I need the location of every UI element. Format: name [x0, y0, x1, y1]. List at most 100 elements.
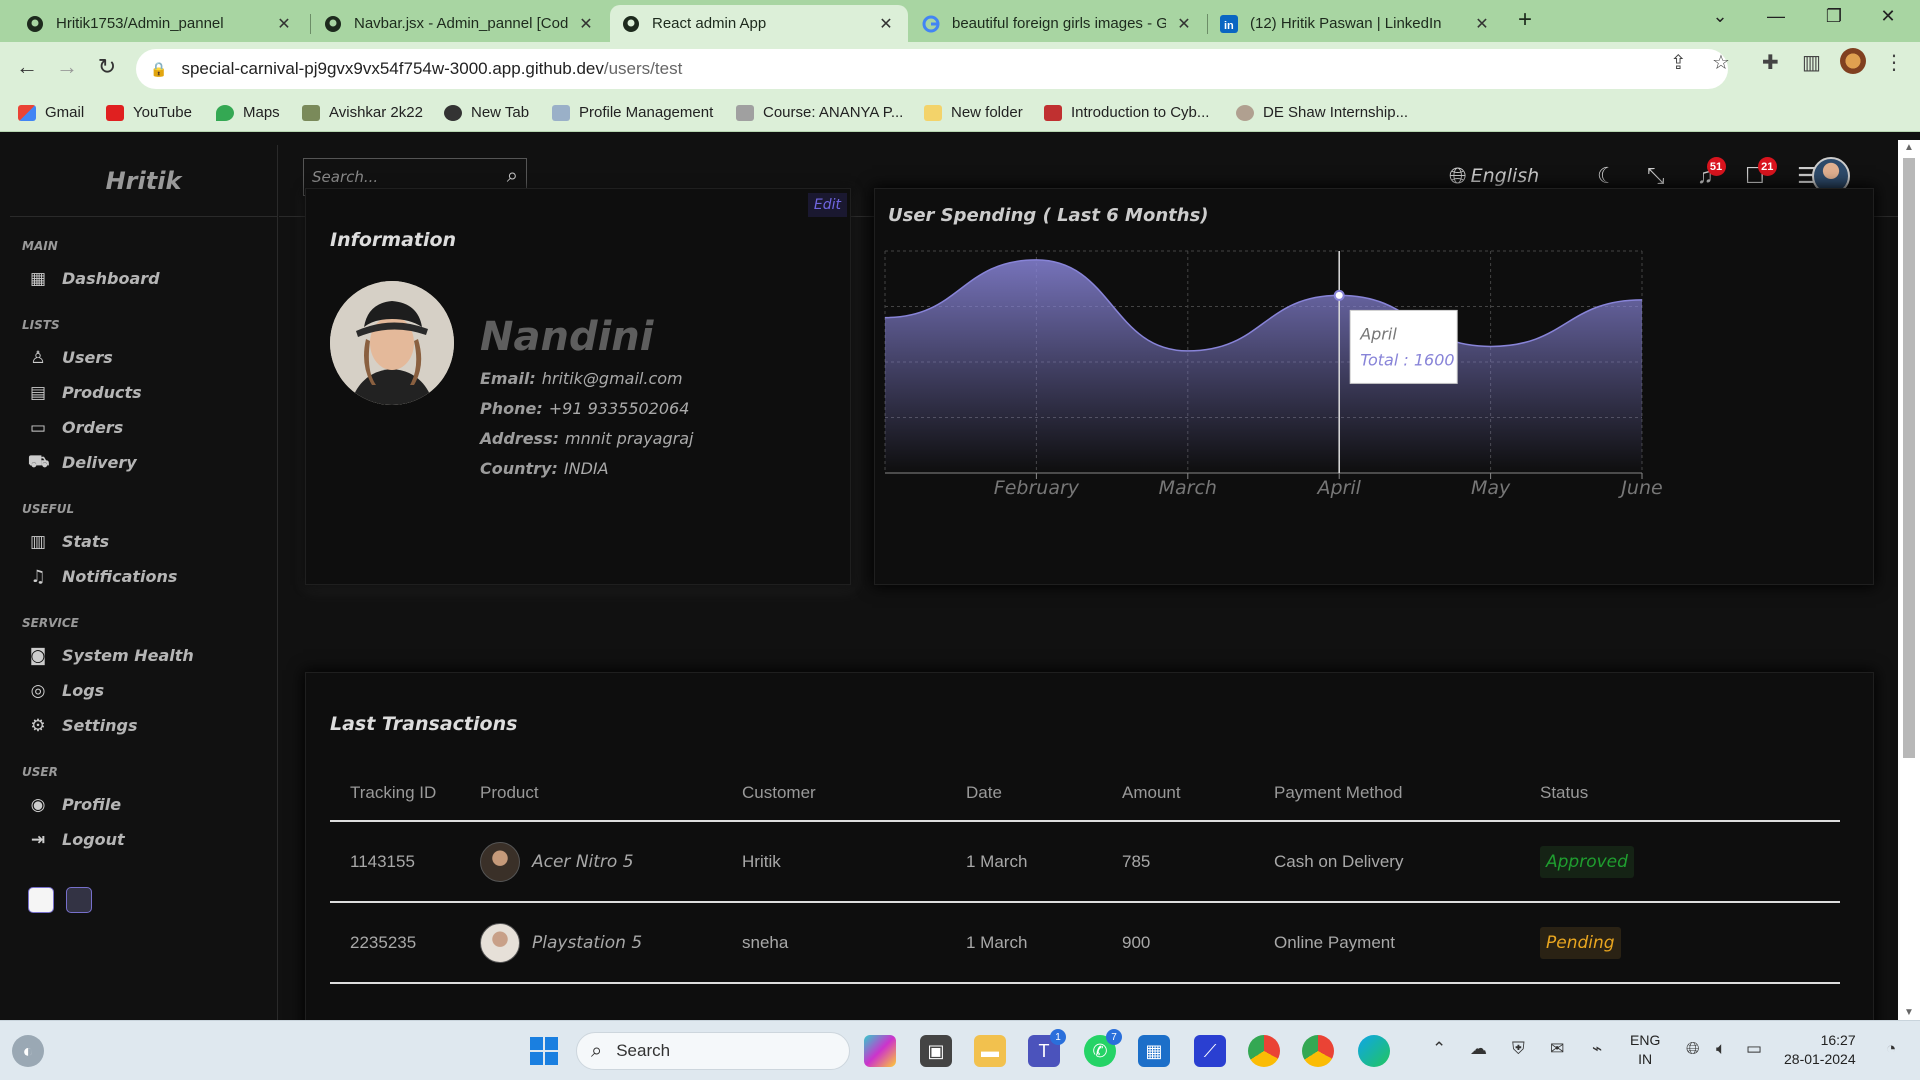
tab-google-search[interactable]: beautiful foreign girls images - G ✕ [910, 5, 1206, 42]
sidebar-item-system-health[interactable]: ◙ System Health [10, 638, 277, 673]
back-icon[interactable]: ← [12, 54, 42, 80]
search-icon[interactable]: ⌕ [507, 165, 518, 188]
extensions-icon[interactable]: ✚ [1762, 50, 1779, 75]
reload-icon[interactable]: ↻ [92, 54, 122, 80]
mail-icon[interactable]: ✉ [1550, 1039, 1564, 1059]
chat-icon[interactable]: ☐ 21 [1745, 157, 1777, 189]
bookmark-gmail[interactable]: Gmail [18, 104, 84, 121]
sidebar-item-profile[interactable]: ◉ Profile [10, 787, 277, 822]
copilot-icon[interactable] [864, 1035, 896, 1067]
language-indicator[interactable]: ENG IN [1630, 1031, 1660, 1069]
share-icon[interactable]: ⇪ [1670, 50, 1687, 75]
fullscreen-exit-icon[interactable]: ⤡ [1647, 163, 1665, 189]
sidebar-item-label: Notifications [62, 567, 178, 586]
notification-center-icon[interactable]: ◔ [1886, 1039, 1896, 1059]
sidebar-item-settings[interactable]: ⚙ Settings [10, 708, 277, 743]
column-header[interactable]: Date [966, 765, 1122, 822]
column-header[interactable]: Customer [742, 765, 966, 822]
column-header[interactable]: Payment Method [1274, 765, 1540, 822]
chrome-profile-icon[interactable] [1302, 1035, 1334, 1067]
taskbar-search[interactable]: ⌕ Search [576, 1032, 850, 1070]
search-input[interactable] [312, 168, 482, 186]
page-scrollbar[interactable]: ▲ ▼ [1898, 140, 1920, 1020]
language-selector[interactable]: 🌐︎ English [1449, 163, 1539, 189]
scroll-down-icon[interactable]: ▼ [1904, 1007, 1914, 1018]
menu-kebab-icon[interactable]: ⋮ [1884, 50, 1904, 75]
network-icon[interactable]: 🌐︎ [1686, 1039, 1700, 1059]
tray-overflow-icon[interactable]: ⌃ [1432, 1039, 1446, 1059]
bookmark-de-shaw[interactable]: DE Shaw Internship... [1236, 104, 1408, 121]
sidebar-item-products[interactable]: ▤ Products [10, 375, 277, 410]
tab-search-icon[interactable]: ⌄ [1700, 6, 1740, 27]
minimize-icon[interactable]: — [1756, 6, 1796, 27]
edge-icon[interactable] [1358, 1035, 1390, 1067]
sidebar-item-stats[interactable]: ▥ Stats [10, 524, 277, 559]
bookmark-course[interactable]: Course: ANANYA P... [736, 104, 903, 121]
new-tab-button[interactable]: + [1518, 6, 1532, 34]
battery-icon[interactable]: ▭ [1746, 1039, 1762, 1059]
close-tab-icon[interactable]: ✕ [576, 14, 596, 34]
dark-mode-icon[interactable]: ☾ [1597, 163, 1617, 189]
sidebar-item-notifications[interactable]: ♫ Notifications [10, 559, 277, 594]
sidebar-item-users[interactable]: ♙ Users [10, 340, 277, 375]
bookmark-maps[interactable]: Maps [216, 104, 280, 121]
edit-button[interactable]: Edit [807, 193, 847, 217]
close-tab-icon[interactable]: ✕ [1174, 14, 1194, 34]
payment-method: Cash on Delivery [1274, 821, 1540, 903]
windows-start-icon[interactable] [528, 1035, 560, 1067]
close-tab-icon[interactable]: ✕ [876, 14, 896, 34]
column-header[interactable]: Amount [1122, 765, 1274, 822]
bookmark-avishkar[interactable]: Avishkar 2k22 [302, 104, 423, 121]
onedrive-icon[interactable]: ☁ [1470, 1039, 1487, 1059]
sidebar-logo[interactable]: Hritik [10, 145, 277, 217]
bookmark-star-icon[interactable]: ☆ [1712, 50, 1730, 75]
forward-icon[interactable]: → [52, 54, 82, 80]
security-icon[interactable]: ⛨ [1512, 1039, 1525, 1059]
system-clock[interactable]: 16:27 28-01-2024 [1784, 1031, 1856, 1069]
scrollbar-thumb[interactable] [1903, 158, 1915, 758]
light-theme-swatch[interactable] [28, 887, 54, 913]
code-editor-icon[interactable]: ⟋ [1194, 1035, 1226, 1067]
restore-icon[interactable]: ❐ [1814, 6, 1854, 27]
usb-icon[interactable]: ⌁ [1592, 1039, 1602, 1059]
sidebar-item-logout[interactable]: ⇥ Logout [10, 822, 277, 857]
widgets-icon[interactable]: ◐ [12, 1035, 44, 1067]
tab-github-repo[interactable]: Hritik1753/Admin_pannel ✕ [14, 5, 306, 42]
scroll-up-icon[interactable]: ▲ [1904, 142, 1914, 153]
whatsapp-icon[interactable]: ✆ 7 [1084, 1029, 1122, 1067]
file-explorer-icon[interactable]: ▬ [974, 1035, 1006, 1067]
close-tab-icon[interactable]: ✕ [1472, 14, 1492, 34]
close-tab-icon[interactable]: ✕ [274, 14, 294, 34]
column-header[interactable]: Product [480, 765, 742, 822]
bookmark-youtube[interactable]: YouTube [106, 104, 192, 121]
tab-react-admin[interactable]: React admin App ✕ [610, 5, 908, 42]
side-panel-icon[interactable]: ▥ [1802, 50, 1821, 75]
bookmark-new-folder[interactable]: New folder [924, 104, 1023, 121]
sidebar-item-logs[interactable]: ◎ Logs [10, 673, 277, 708]
sidebar-item-orders[interactable]: ▭ Orders [10, 410, 277, 445]
task-view-icon[interactable]: ▣ [920, 1035, 952, 1067]
bookmark-new-tab[interactable]: New Tab [444, 104, 529, 121]
sidebar-item-delivery[interactable]: ⛟ Delivery [10, 445, 277, 480]
close-window-icon[interactable]: ✕ [1868, 6, 1908, 27]
profile-management-icon [552, 104, 570, 121]
column-header[interactable]: Tracking ID [330, 765, 480, 822]
microsoft-store-icon[interactable]: ▦ [1138, 1035, 1170, 1067]
bookmark-profile-management[interactable]: Profile Management [552, 104, 713, 121]
sidebar-item-dashboard[interactable]: ▦ Dashboard [10, 261, 277, 296]
bookmark-intro-cyber[interactable]: Introduction to Cyb... [1044, 104, 1209, 121]
profile-avatar-icon[interactable] [1840, 48, 1866, 80]
volume-icon[interactable]: 🔈︎ [1716, 1039, 1726, 1059]
tab-navbar-jsx[interactable]: Navbar.jsx - Admin_pannel [Cod ✕ [312, 5, 608, 42]
tab-linkedin[interactable]: in (12) Hritik Paswan | LinkedIn ✕ [1208, 5, 1504, 42]
chrome-icon[interactable] [1248, 1035, 1280, 1067]
sidebar-item-label: Dashboard [62, 269, 160, 288]
teams-icon[interactable]: T1 [1028, 1029, 1066, 1067]
column-header[interactable]: Status [1540, 765, 1840, 822]
table-row[interactable]: 2235235 Playstation 5 sneha 1 March 900 … [330, 902, 1840, 984]
dark-theme-swatch[interactable] [66, 887, 92, 913]
table-row[interactable]: 1143155 Acer Nitro 5 Hritik 1 March 785 … [330, 821, 1840, 903]
spending-chart[interactable]: February March April May June April Total : 1… [875, 189, 1875, 586]
notifications-icon[interactable]: ♫ 51 [1697, 157, 1726, 189]
address-bar[interactable]: 🔒 special-carnival-pj9gvx9vx54f754w-3000… [136, 49, 1728, 89]
